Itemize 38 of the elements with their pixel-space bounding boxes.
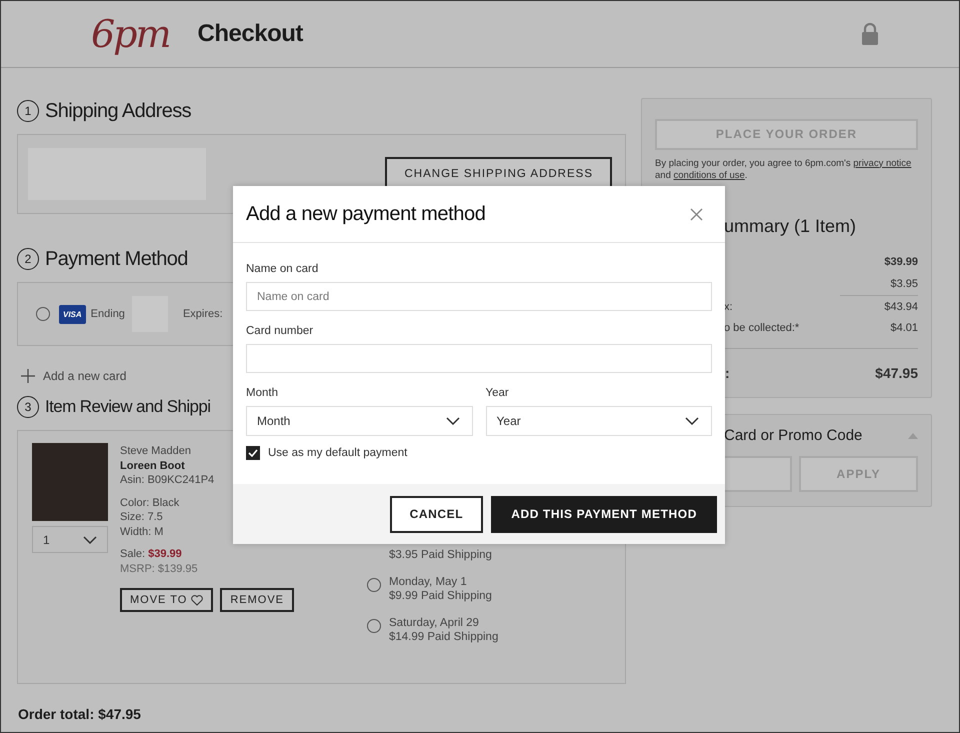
step-number: 2 [17,248,39,270]
page-title: Checkout [198,20,303,48]
summary-value: $39.99 [884,256,918,268]
shipping-price: $14.99 Paid Shipping [389,630,498,644]
summary-label: : [724,364,730,381]
summary-value: $43.94 [884,300,918,313]
item-brand: Steve Madden [120,444,191,458]
delivery-date: Monday, May 1 [389,575,468,589]
sale-price: Sale: $39.99 [120,547,182,562]
section-title: Item Review and Shippi [45,397,210,417]
summary-value: $47.95 [875,364,918,381]
item-width: Width: M [120,524,164,539]
item-color: Color: Black [120,496,180,510]
summary-value: $4.01 [890,322,918,334]
item-size: Size: 7.5 [120,510,163,524]
field-label: Month [246,387,279,399]
order-total: Order total: $47.95 [17,706,142,722]
agreement-text: By placing your order, you agree to 6pm.com's privacy notice and conditions of use. [655,158,912,182]
msrp-price: MSRP: $139.95 [120,562,198,576]
promo-title: Card or Promo Code [724,427,862,444]
checkbox-label: Use as my default payment [268,447,408,459]
field-label: Year [486,387,510,399]
delivery-date: Saturday, April 29 [389,616,480,630]
card-ending-label: Ending [90,308,125,320]
item-asin: Asin: B09KC241P4 [120,473,214,488]
field-label: Name on card [246,263,320,275]
shipping-price: $3.95 Paid Shipping [389,548,492,562]
step-number: 3 [17,396,39,418]
step-number: 1 [17,100,39,122]
summary-value: $3.95 [890,278,918,290]
card-brand-badge: VISA [59,304,86,324]
dialog-title: Add a new payment method [246,202,486,226]
summary-title: ummary (1 Item) [724,216,858,237]
card-expires-label: Expires: [182,308,223,320]
shipping-price: $9.99 Paid Shipping [389,589,492,603]
section-title: Shipping Address [45,100,192,122]
section-title: Payment Method [45,248,188,270]
field-label: Card number [246,325,314,337]
